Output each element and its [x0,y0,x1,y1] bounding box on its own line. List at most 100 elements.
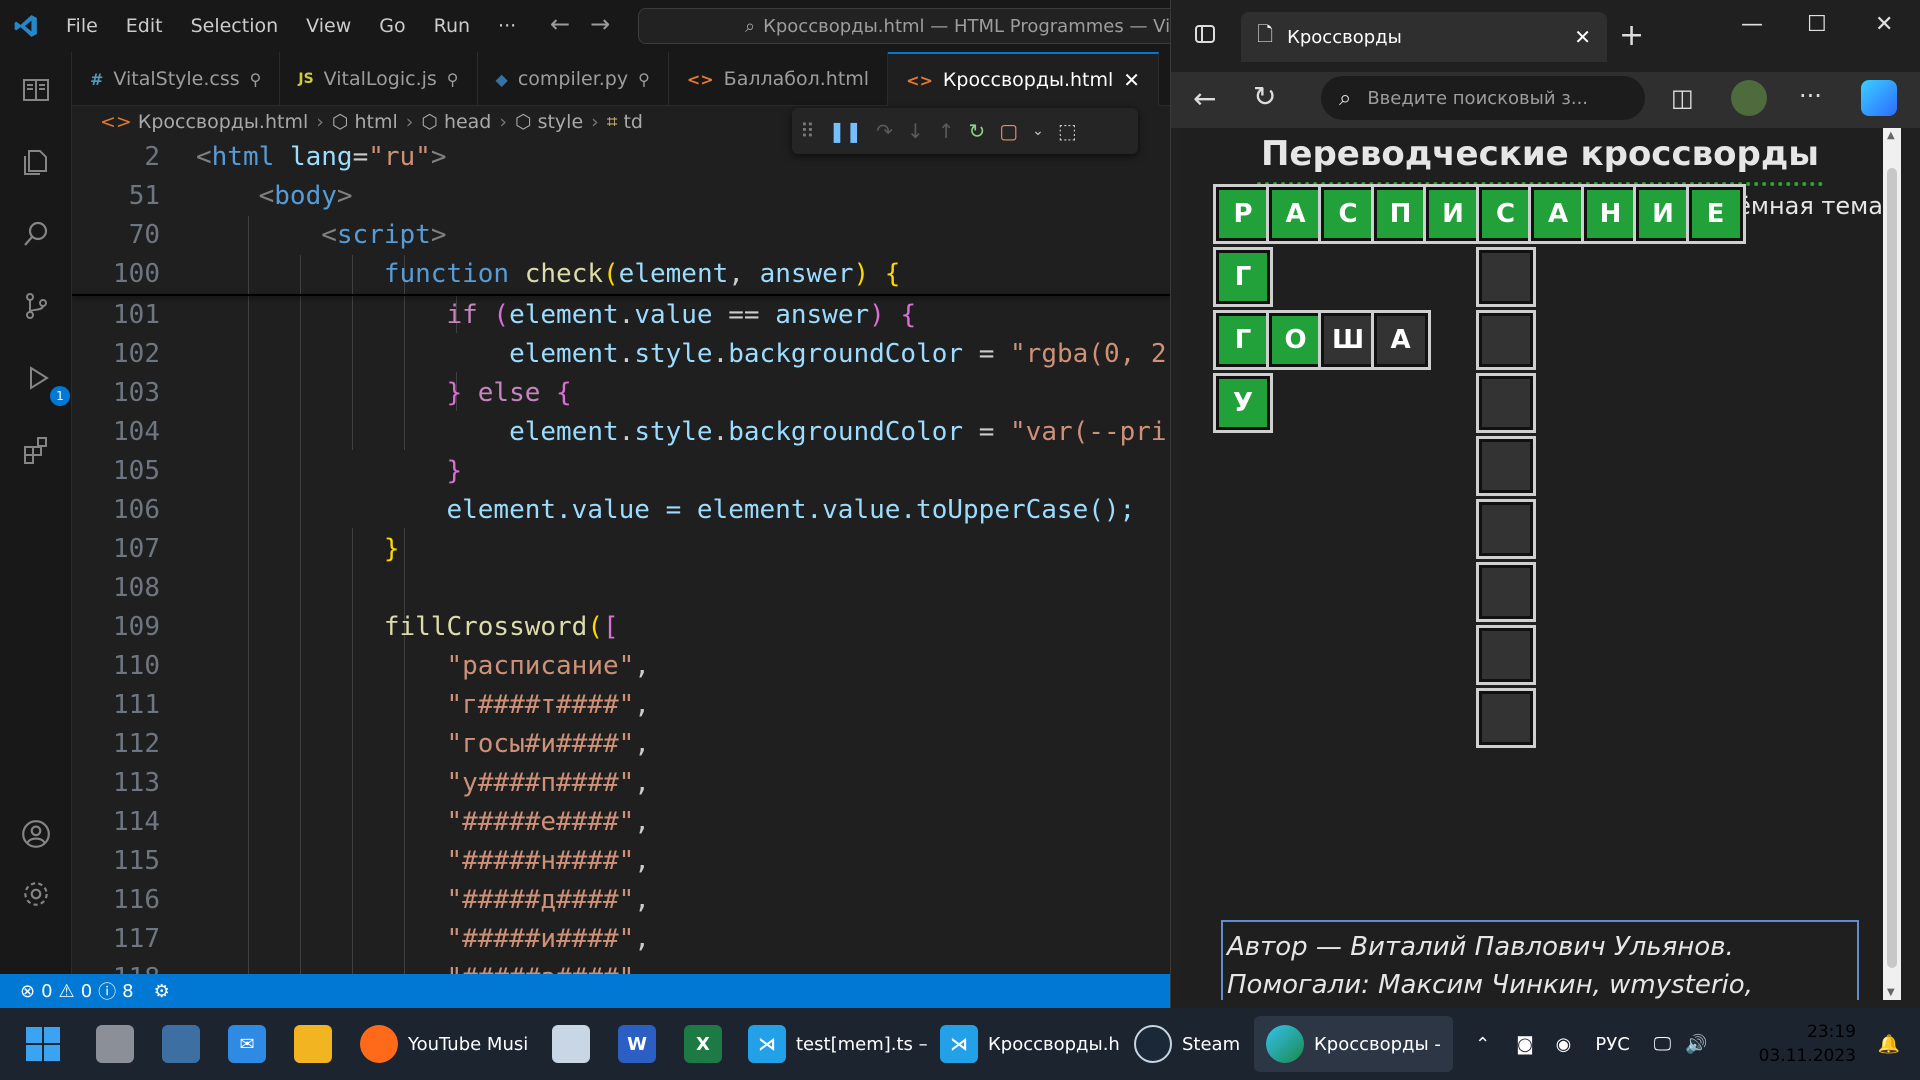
crossword-cell[interactable]: Г [1213,247,1273,307]
crossword-cell[interactable]: А [1370,310,1431,370]
app-tray-icon[interactable]: ◉ [1556,1034,1572,1055]
tab-compiler[interactable]: ◆ compiler.py ⚲ [478,52,669,106]
pin-icon[interactable]: ⚲ [638,70,650,89]
error-icon[interactable]: ⊗ [20,981,35,1002]
crossword-input-cell[interactable] [1475,373,1536,433]
crossword-cell[interactable]: С [1475,184,1536,244]
explorer-icon[interactable] [14,140,58,184]
notifications-icon[interactable]: 🔔 [1878,1034,1900,1055]
pin-icon[interactable]: ⚲ [250,70,262,89]
crossword-cell[interactable]: П [1370,184,1431,244]
crossword-cell[interactable]: У [1213,373,1273,433]
drag-handle-icon[interactable]: ⠿ [800,119,815,143]
crossword-input-cell[interactable] [1475,688,1536,748]
forward-arrow-icon[interactable]: → [590,10,610,38]
taskbar-youtube-music[interactable]: YouTube Musi [360,1016,528,1072]
chevron-up-icon[interactable]: ⌃ [1475,1034,1490,1055]
restart-icon[interactable]: ↻ [968,119,985,143]
search-icon[interactable] [14,212,58,256]
warning-count[interactable]: 0 [81,981,92,1002]
inspect-icon[interactable]: ⬚ [1058,119,1077,143]
back-arrow-icon[interactable]: ← [550,10,570,38]
address-bar[interactable]: ⌕ Введите поисковый з... [1321,76,1645,120]
close-window-icon[interactable]: ✕ [1875,12,1893,37]
menu-view[interactable]: View [292,0,365,52]
clock[interactable]: 23:19 03.11.2023 [1759,1020,1856,1068]
tab-vitalstyle[interactable]: # VitalStyle.css ⚲ [72,52,281,106]
taskbar-steam[interactable]: Steam [1134,1016,1240,1072]
crossword-cell[interactable]: Г [1213,310,1273,370]
task-view-icon[interactable] [96,1016,134,1072]
pause-icon[interactable]: ❚❚ [829,119,863,143]
breadcrumb-td[interactable]: td [623,111,643,133]
settings-gear-icon[interactable] [14,872,58,916]
stop-icon[interactable]: ▢ [999,119,1018,143]
network-icon[interactable]: 🖵 [1654,1034,1671,1055]
tab-actions-icon[interactable] [1193,22,1217,50]
crossword-cell[interactable]: И [1633,184,1693,244]
error-count[interactable]: 0 [41,981,52,1002]
back-icon[interactable]: ← [1193,82,1216,115]
info-count[interactable]: 8 [122,981,133,1002]
step-over-icon[interactable]: ↷ [876,119,893,143]
crossword-cell[interactable]: А [1265,184,1326,244]
tab-krossvordy[interactable]: <> Кроссворды.html ✕ [888,52,1160,106]
new-tab-icon[interactable]: + [1619,18,1644,53]
crossword-cell[interactable]: О [1265,310,1326,370]
photos-icon[interactable] [162,1016,200,1072]
close-tab-icon[interactable]: ✕ [1574,25,1591,49]
crossword-cell[interactable]: С [1318,184,1378,244]
breadcrumb-html[interactable]: html [354,111,397,133]
maximize-icon[interactable]: ☐ [1807,12,1827,37]
word-icon[interactable]: W [618,1016,656,1072]
crossword-input-cell[interactable] [1475,562,1536,622]
split-screen-icon[interactable]: ◫ [1671,84,1694,112]
close-icon[interactable]: ✕ [1123,68,1140,92]
extensions-icon[interactable] [14,428,58,472]
crossword-input-cell[interactable] [1475,499,1536,559]
breadcrumb-file[interactable]: Кроссворды.html [138,111,308,133]
account-icon[interactable] [14,812,58,856]
pin-icon[interactable]: ⚲ [447,70,459,89]
crossword-input-cell[interactable] [1475,247,1536,307]
step-into-icon[interactable]: ↓ [907,119,924,143]
menu-selection[interactable]: Selection [177,0,293,52]
taskbar-vscode-krossvordy[interactable]: ⋊ Кроссворды.h [940,1016,1120,1072]
run-debug-icon[interactable]: 1 [14,356,70,406]
menu-go[interactable]: Go [365,0,419,52]
command-center[interactable]: ⌕ Кроссворды.html — HTML Programmes — Vi… [638,8,1178,44]
taskbar-vscode-test[interactable]: ⋊ test[mem].ts – [748,1016,928,1072]
excel-icon[interactable]: X [684,1016,722,1072]
crossword-input-cell[interactable] [1475,310,1536,370]
start-button[interactable] [24,1016,62,1072]
reader-icon[interactable] [552,1016,590,1072]
refresh-icon[interactable]: ↻ [1253,80,1276,113]
mail-icon[interactable]: ✉ [228,1016,266,1072]
discord-icon[interactable]: ◙ [1516,1034,1533,1055]
edge-tab-krossvordy[interactable]: 🗋 Кроссворды ✕ [1241,12,1607,62]
profile-avatar[interactable] [1731,80,1767,116]
menu-edit[interactable]: Edit [112,0,177,52]
minimize-icon[interactable]: — [1741,12,1763,37]
menu-file[interactable]: File [52,0,112,52]
book-icon[interactable] [14,68,58,112]
crossword-cell[interactable]: Е [1685,184,1746,244]
crossword-cell[interactable]: И [1423,184,1483,244]
file-explorer-icon[interactable] [294,1016,332,1072]
tab-ballabol[interactable]: <> Баллабол.html [669,52,889,106]
page-scrollbar[interactable]: ▲ ▼ [1883,128,1901,1000]
crossword-input-cell[interactable] [1475,625,1536,685]
code-editor[interactable]: 2 <html lang="ru"> 51 <body> 70 <script> … [72,138,1170,974]
language-indicator[interactable]: РУС [1595,1034,1629,1055]
info-icon[interactable]: ⓘ [98,978,116,1004]
tab-vitallogic[interactable]: JS VitalLogic.js ⚲ [280,52,478,106]
chevron-down-icon[interactable]: ⌄ [1032,123,1044,139]
crossword-cell[interactable]: А [1528,184,1588,244]
warning-icon[interactable]: ⚠ [59,981,75,1002]
volume-icon[interactable]: 🔊 [1685,1034,1707,1055]
scroll-thumb[interactable] [1887,168,1897,968]
source-control-icon[interactable] [14,284,58,328]
breadcrumb-head[interactable]: head [444,111,491,133]
step-out-icon[interactable]: ↑ [938,119,955,143]
menu-run[interactable]: Run [420,0,484,52]
